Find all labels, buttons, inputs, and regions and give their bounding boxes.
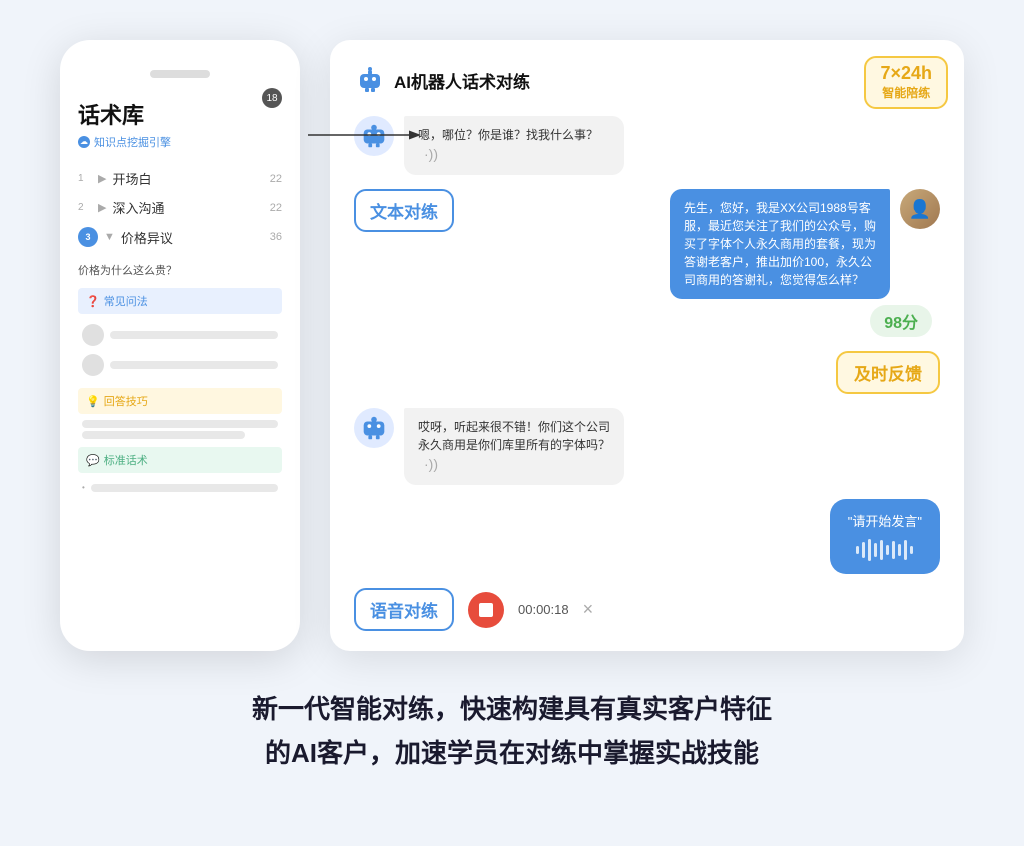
wave-bar-1: [856, 546, 859, 554]
tips-line-1: [82, 420, 278, 428]
feedback-row: 及时反馈: [354, 351, 940, 394]
robot-avatar-1: [354, 116, 394, 156]
record-button[interactable]: [468, 592, 504, 628]
nav-item-3[interactable]: 3 ▼ 价格异议 36: [78, 222, 282, 252]
chat-title-area: AI机器人话术对练: [354, 64, 530, 96]
chat-row-robot-2: 哎呀，听起来很不错！你们这个公司永久商用是你们库里所有的字体吗？ ·)): [354, 408, 940, 485]
wave-bar-8: [898, 544, 901, 556]
wave-bar-4: [874, 543, 877, 557]
sound-icon-2: ·)): [424, 456, 438, 472]
chat-title-text: AI机器人话术对练: [394, 68, 530, 93]
avatar-placeholder-1: [82, 324, 104, 346]
bottom-text-area: 新一代智能对练，快速构建具有真实客户特征 的AI客户，加速学员在对练中掌握实战技…: [252, 687, 772, 775]
text-practice-row: 文本对练 👤 先生，您好，我是XX公司1988号客服，最近您关注了我们的公众号，…: [354, 189, 940, 337]
nav-arrow-2: ▶: [98, 201, 106, 214]
wave-bar-3: [868, 539, 871, 561]
standard-row: •: [78, 479, 282, 496]
human-area: 👤 先生，您好，我是XX公司1988号客服，最近您关注了我们的公众号，购买了字体…: [464, 189, 940, 337]
chat-row-robot-1: 嗯，哪位？你是谁？找我什么事？ ·)): [354, 116, 940, 175]
badge-724-line1: 7×24h: [880, 64, 932, 84]
chat-header: AI机器人话术对练: [354, 64, 940, 96]
section-icon-standard: 💬: [86, 454, 100, 467]
subtitle-icon: ☁: [78, 136, 90, 148]
phone-nav-list: 1 ▶ 开场白 22 2 ▶ 深入沟通 22 3 ▼ 价格异议 36: [78, 164, 282, 252]
voice-timer: 00:00:18: [518, 602, 569, 617]
section-standard: 💬 标准话术 •: [78, 447, 282, 496]
phone-badge: 18: [262, 88, 282, 108]
standard-line: [91, 484, 278, 492]
wave-bar-10: [910, 546, 913, 554]
voice-bubble-row: "请开始发言": [354, 499, 940, 574]
voice-practice-label: 语音对练: [354, 588, 454, 631]
nav-arrow-3: ▼: [104, 231, 115, 243]
section-common: ❓ 常见问法: [78, 288, 282, 380]
wave-bar-9: [904, 540, 907, 560]
badge-724: 7×24h 智能陪练: [864, 56, 948, 109]
section-icon-tips: 💡: [86, 395, 100, 408]
nav-item-1[interactable]: 1 ▶ 开场白 22: [78, 164, 282, 193]
robot-icon-1: [359, 121, 389, 151]
chat-messages: 嗯，哪位？你是谁？找我什么事？ ·)) 文本对练 👤 先生，您好，我是XX公司1…: [354, 116, 940, 631]
text-practice-badge: 文本对练: [354, 189, 454, 232]
voice-controls: 语音对练 00:00:18 ×: [354, 588, 940, 631]
line-1: [110, 331, 278, 339]
active-dot: 3: [78, 227, 98, 247]
wave-bar-2: [862, 542, 865, 558]
phone-header: 话术库 ☁ 知识点挖掘引擎: [78, 98, 282, 150]
human-bubble-1: 先生，您好，我是XX公司1988号客服，最近您关注了我们的公众号，购买了字体个人…: [670, 189, 890, 299]
wave-bar-7: [892, 541, 895, 559]
robot-bubble-2: 哎呀，听起来很不错！你们这个公司永久商用是你们库里所有的字体吗？ ·)): [404, 408, 624, 485]
phone-mockup: 话术库 ☁ 知识点挖掘引擎 18 1 ▶ 开场白 22 2 ▶ 深入沟通 22 …: [60, 40, 300, 651]
human-avatar: 👤: [900, 189, 940, 229]
section-icon-common: ❓: [86, 295, 100, 308]
record-stop-icon: [479, 603, 493, 617]
robot-bubble-1: 嗯，哪位？你是谁？找我什么事？ ·)): [404, 116, 624, 175]
line-2: [110, 361, 278, 369]
robot-avatar-2: [354, 408, 394, 448]
wave-bar-6: [886, 545, 889, 555]
section-header-standard: 💬 标准话术: [78, 447, 282, 473]
feedback-badge: 及时反馈: [836, 351, 940, 394]
phone-subtitle: ☁ 知识点挖掘引擎: [78, 134, 282, 150]
badge-724-line2: 智能陪练: [880, 84, 932, 101]
robot-head-icon: [354, 64, 386, 96]
voice-bubble: "请开始发言": [830, 499, 940, 574]
section-row-2: [78, 350, 282, 380]
wave-bar-5: [880, 540, 883, 560]
nav-arrow-1: ▶: [98, 172, 106, 185]
voice-bubble-text: "请开始发言": [848, 511, 922, 530]
section-tips: 💡 回答技巧: [78, 388, 282, 439]
voice-close-button[interactable]: ×: [583, 599, 594, 620]
score-badge: 98分: [870, 305, 932, 337]
phone-title: 话术库: [78, 98, 282, 130]
phone-question: 价格为什么这么贵？: [78, 262, 282, 278]
avatar-placeholder-2: [82, 354, 104, 376]
bottom-line-1: 新一代智能对练，快速构建具有真实客户特征: [252, 687, 772, 731]
section-header-common: ❓ 常见问法: [78, 288, 282, 314]
sound-icon-1: ·)): [424, 146, 438, 162]
waveform: [848, 538, 922, 562]
section-row-1: [78, 320, 282, 350]
chat-row-human-1: 👤 先生，您好，我是XX公司1988号客服，最近您关注了我们的公众号，购买了字体…: [464, 189, 940, 299]
chat-mockup: 7×24h 智能陪练 AI机器人话术对练: [330, 40, 964, 651]
robot-icon-2: [359, 413, 389, 443]
tips-line-2: [82, 431, 245, 439]
section-header-tips: 💡 回答技巧: [78, 388, 282, 414]
bottom-line-2: 的AI客户，加速学员在对练中掌握实战技能: [252, 731, 772, 775]
nav-item-2[interactable]: 2 ▶ 深入沟通 22: [78, 193, 282, 222]
main-panels: 话术库 ☁ 知识点挖掘引擎 18 1 ▶ 开场白 22 2 ▶ 深入沟通 22 …: [60, 40, 964, 651]
